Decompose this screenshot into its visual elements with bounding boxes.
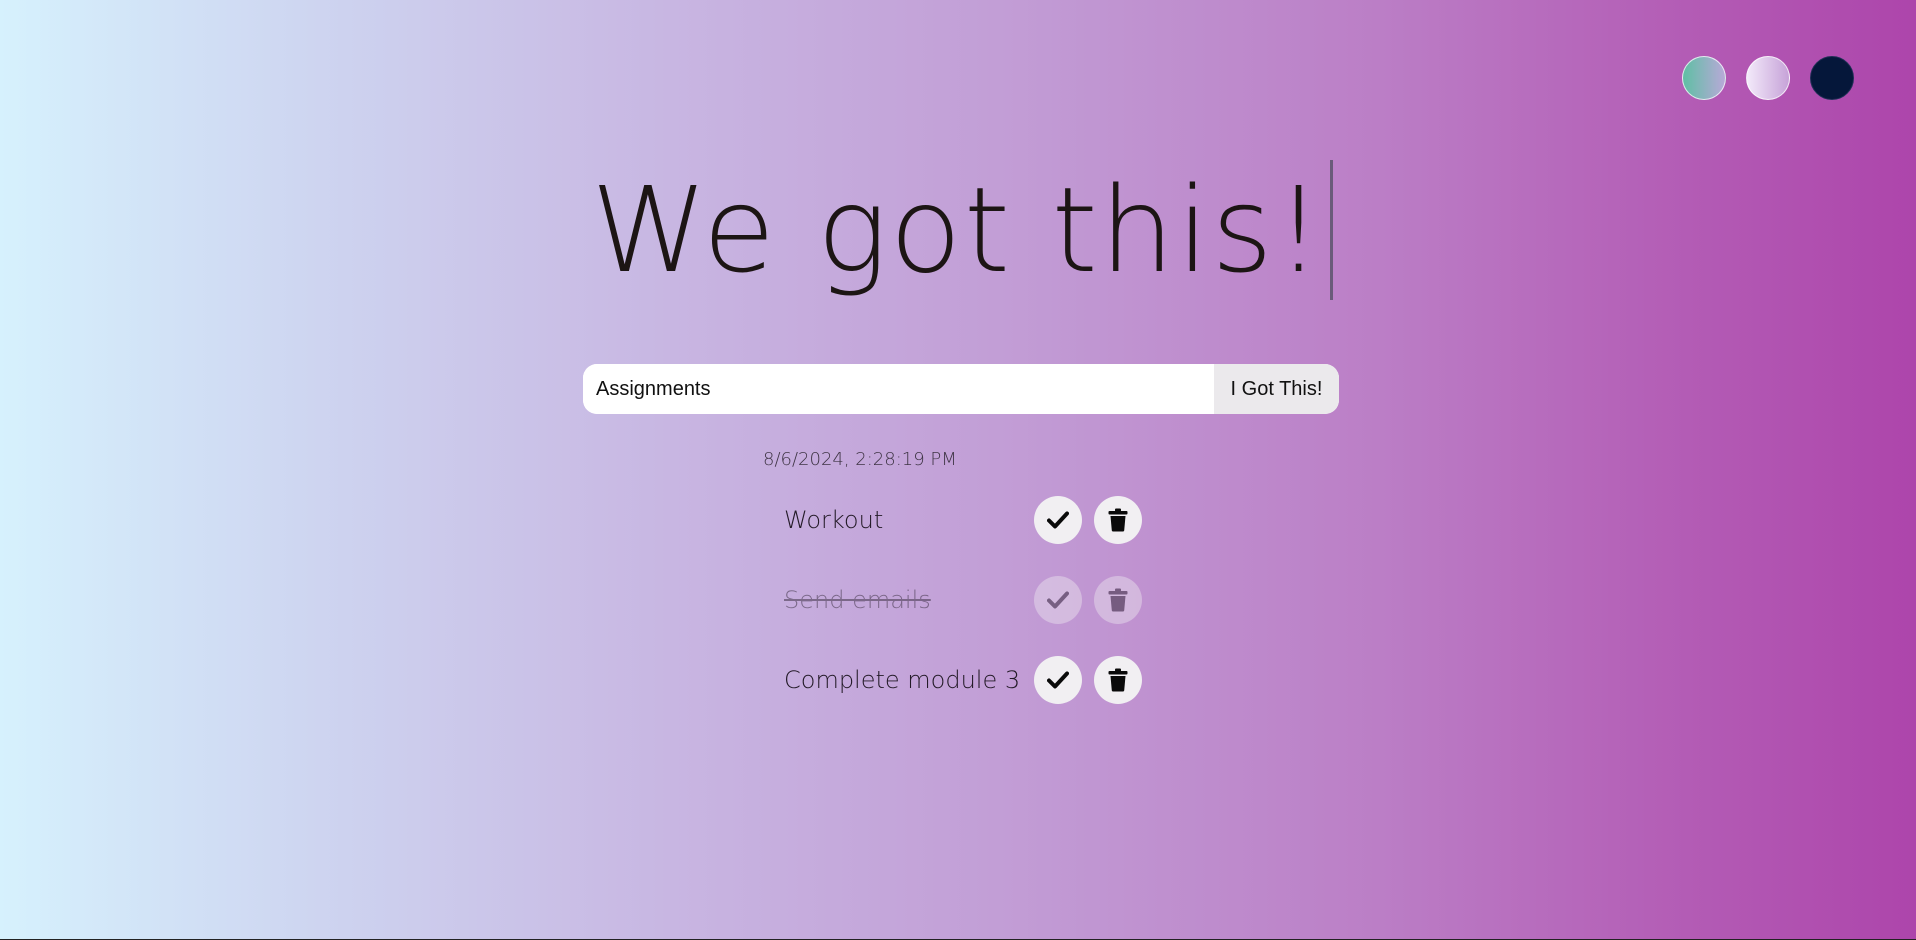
check-button[interactable] (1034, 656, 1082, 704)
add-todo-button[interactable]: I Got This! (1214, 364, 1339, 414)
check-button[interactable] (1034, 496, 1082, 544)
standard-theme-button[interactable] (1682, 56, 1726, 100)
todo-text: Complete module 3 (784, 666, 1021, 694)
delete-button[interactable] (1094, 576, 1142, 624)
todo-list: Workout Send emails Complete module 3 (784, 496, 1154, 736)
check-icon (1047, 591, 1069, 609)
check-icon (1047, 671, 1069, 689)
theme-selector (1682, 56, 1854, 100)
todo-input[interactable] (583, 364, 1214, 414)
delete-button[interactable] (1094, 656, 1142, 704)
todo-item: Workout (784, 496, 1154, 544)
header: We got this! (0, 160, 1916, 300)
check-button[interactable] (1034, 576, 1082, 624)
trash-icon (1108, 668, 1128, 692)
todo-item-completed: Send emails (784, 576, 1154, 624)
trash-icon (1108, 588, 1128, 612)
todo-item: Complete module 3 (784, 656, 1154, 704)
todo-form: I Got This! (583, 364, 1339, 414)
todo-text: Workout (784, 506, 884, 534)
todo-text: Send emails (784, 586, 931, 614)
page-title: We got this! (591, 160, 1334, 300)
check-icon (1047, 511, 1069, 529)
delete-button[interactable] (1094, 496, 1142, 544)
darker-theme-button[interactable] (1810, 56, 1854, 100)
trash-icon (1108, 508, 1128, 532)
light-theme-button[interactable] (1746, 56, 1790, 100)
datetime-display: 8/6/2024, 2:28:19 PM (763, 449, 957, 470)
